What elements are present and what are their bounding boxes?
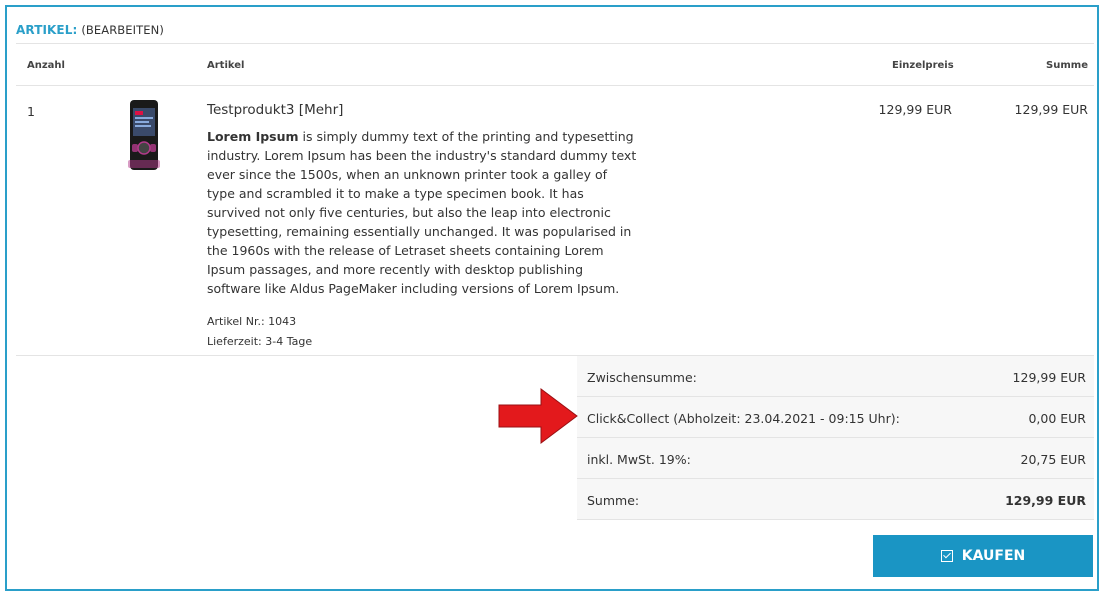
description-bold: Lorem Ipsum	[207, 129, 299, 144]
table-header: Anzahl Artikel Einzelpreis Summe	[16, 43, 1094, 86]
column-article: Artikel	[207, 60, 245, 71]
subtotal-row: Zwischensumme: 129,99 EUR	[577, 356, 1094, 397]
column-unit-price: Einzelpreis	[892, 60, 954, 71]
subtotal-value: 129,99 EUR	[1012, 370, 1086, 385]
item-qty: 1	[27, 104, 35, 119]
total-label: Summe:	[587, 493, 640, 508]
description-text: is simply dummy text of the printing and…	[207, 129, 637, 296]
phone-product-image[interactable]	[124, 98, 164, 174]
buy-button[interactable]: KAUFEN	[873, 535, 1093, 577]
table-row: 1 Testprodukt3 [Mehr] Lorem Ipsum is sim…	[16, 85, 1094, 356]
subtotal-label: Zwischensumme:	[587, 370, 697, 385]
buy-button-label: KAUFEN	[961, 548, 1026, 564]
red-arrow-annotation	[498, 388, 578, 444]
more-link[interactable]: [Mehr]	[299, 102, 344, 118]
click-collect-label: Click&Collect (Abholzeit: 23.04.2021 - 0…	[587, 411, 900, 426]
total-value: 129,99 EUR	[1005, 493, 1086, 508]
vat-value: 20,75 EUR	[1020, 452, 1087, 467]
product-name: Testprodukt3 [Mehr]	[207, 102, 343, 118]
edit-link[interactable]: (BEARBEITEN)	[81, 23, 164, 37]
vat-label: inkl. MwSt. 19%:	[587, 452, 691, 467]
column-sum: Summe	[1046, 60, 1088, 71]
unit-price: 129,99 EUR	[878, 102, 952, 117]
vat-row: inkl. MwSt. 19%: 20,75 EUR	[577, 438, 1094, 479]
total-row: Summe: 129,99 EUR	[577, 479, 1094, 519]
article-number: Artikel Nr.: 1043	[207, 315, 297, 328]
check-square-icon	[940, 550, 953, 562]
delivery-time: Lieferzeit: 3-4 Tage	[207, 335, 313, 348]
section-label: ARTIKEL:	[16, 23, 78, 37]
click-collect-row: Click&Collect (Abholzeit: 23.04.2021 - 0…	[577, 397, 1094, 438]
click-collect-value: 0,00 EUR	[1028, 411, 1086, 426]
item-sum: 129,99 EUR	[1014, 102, 1088, 117]
column-qty: Anzahl	[27, 60, 65, 71]
totals-table: Zwischensumme: 129,99 EUR Click&Collect …	[577, 356, 1094, 520]
product-title[interactable]: Testprodukt3	[207, 102, 295, 118]
checkout-panel: ARTIKEL: (BEARBEITEN) Anzahl Artikel Ein…	[5, 5, 1099, 591]
product-description: Lorem Ipsum is simply dummy text of the …	[207, 127, 637, 298]
section-title: ARTIKEL: (BEARBEITEN)	[16, 23, 164, 37]
